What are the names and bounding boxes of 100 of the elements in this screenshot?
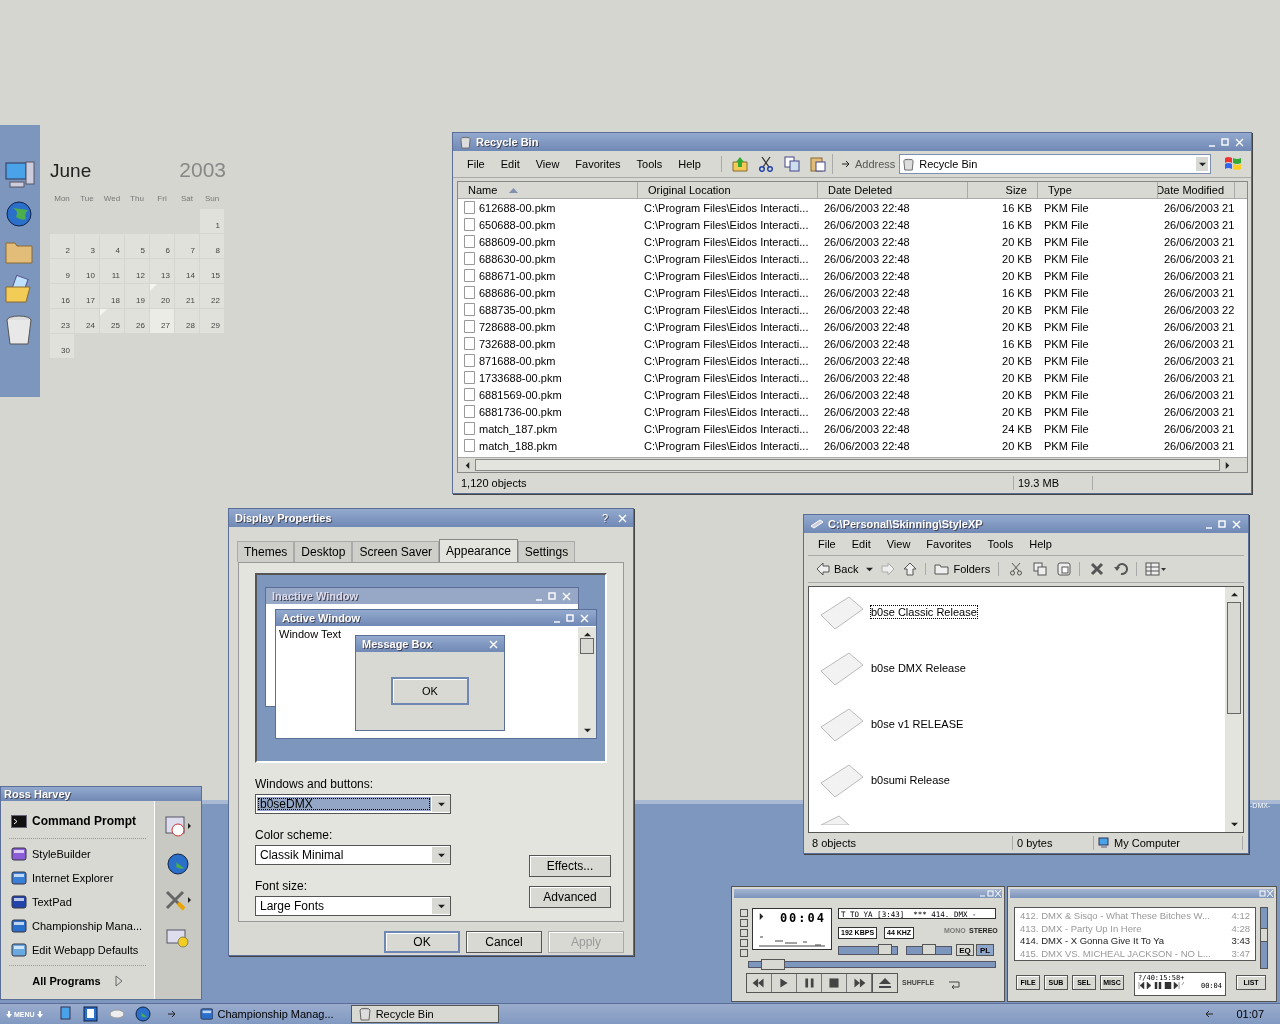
dialog-button[interactable]: Effects... (529, 855, 611, 877)
menu-item[interactable]: Edit (492, 155, 528, 173)
scroll-left-icon[interactable] (464, 461, 471, 469)
start-menu-item[interactable]: StyleBuilder (5, 842, 150, 866)
file-name[interactable]: 728688-00.pkm (479, 320, 556, 333)
file-name[interactable]: 732688-00.pkm (479, 337, 556, 350)
calendar-day[interactable]: 25 (100, 309, 124, 333)
skin-item[interactable]: b0sumi Release (871, 774, 950, 786)
calendar-day[interactable]: 26 (125, 309, 149, 333)
balance-slider[interactable] (906, 946, 952, 955)
calendar-day[interactable]: 5 (125, 234, 149, 258)
dropdown-arrow-icon[interactable] (437, 800, 445, 808)
notepad-icon[interactable] (82, 1006, 99, 1022)
calendar-day[interactable]: 11 (100, 259, 124, 283)
delete-icon[interactable] (1090, 562, 1105, 576)
calendar-day[interactable]: 21 (175, 284, 199, 308)
skin-item[interactable]: b0se Classic Release (871, 606, 977, 618)
menu-item[interactable]: Help (1021, 535, 1060, 553)
column-header[interactable]: Size (968, 182, 1038, 198)
scroll-right-icon[interactable] (1224, 461, 1231, 469)
dropdown[interactable]: Classik Minimal (255, 845, 451, 865)
calendar-day[interactable]: 9 (50, 259, 74, 283)
globe-icon[interactable] (134, 1006, 151, 1022)
back-button[interactable]: Back (816, 562, 859, 576)
calendar-day[interactable]: 15 (200, 259, 224, 283)
slider-thumb[interactable] (922, 944, 936, 955)
skin-item[interactable]: b0se DMX Release (871, 662, 966, 674)
computer-icon[interactable] (4, 160, 36, 190)
file-name[interactable]: 688609-00.pkm (479, 235, 556, 248)
start-menu-item[interactable]: TextPad (5, 890, 150, 914)
dropdown-arrow-icon[interactable] (437, 851, 445, 859)
calendar-day[interactable]: 18 (100, 284, 124, 308)
horizontal-scrollbar[interactable] (458, 457, 1247, 472)
dialog-button[interactable]: Advanced (529, 886, 611, 908)
scroll-down-icon[interactable] (583, 727, 591, 734)
menu-item[interactable]: Favorites (918, 535, 980, 553)
playlist-button[interactable]: PL (976, 944, 994, 956)
scroll-down-icon[interactable] (1230, 821, 1238, 828)
start-menu-item[interactable]: Internet Explorer (5, 866, 150, 890)
menu-item[interactable]: View (527, 155, 568, 173)
copy-icon[interactable] (783, 156, 800, 172)
dialog-button[interactable]: Cancel (466, 931, 542, 953)
taskbar-button[interactable]: Recycle Bin (350, 1005, 499, 1023)
dropdown[interactable]: Large Fonts (255, 896, 451, 916)
calendar-day[interactable]: 24 (75, 309, 99, 333)
tools-icon[interactable] (164, 889, 192, 913)
file-name[interactable]: 688671-00.pkm (479, 269, 556, 282)
globe-icon[interactable] (4, 199, 34, 229)
vertical-scrollbar[interactable] (1260, 907, 1268, 969)
calendar-day[interactable]: 19 (125, 284, 149, 308)
copy-icon[interactable] (1033, 562, 1048, 576)
file-name[interactable]: match_187.pkm (479, 422, 558, 435)
menu-item[interactable]: Help (670, 155, 709, 173)
calendar-day[interactable]: 4 (100, 234, 124, 258)
file-name[interactable]: 6881736-00.pkm (479, 405, 562, 418)
trash-can-icon[interactable] (4, 314, 34, 346)
file-name[interactable]: match_188.pkm (479, 439, 558, 452)
file-name[interactable]: 1733688-00.pkm (479, 371, 562, 384)
folders-button[interactable]: Folders (925, 563, 991, 575)
close-icon[interactable] (618, 513, 627, 523)
tab[interactable]: Screen Saver (352, 541, 440, 562)
taskbar-button[interactable]: Championship Manag... (192, 1005, 341, 1023)
tab[interactable]: Settings (517, 541, 576, 562)
calendar-day[interactable]: 23 (50, 309, 74, 333)
scissors-icon[interactable] (1009, 562, 1024, 576)
calendar-day[interactable]: 27 (150, 309, 174, 333)
tab[interactable]: Appearance (439, 539, 518, 563)
menu-item[interactable]: Favorites (567, 155, 629, 173)
dropdown[interactable]: b0seDMX (255, 794, 451, 814)
calendar-day[interactable]: 12 (125, 259, 149, 283)
repeat-icon[interactable] (948, 981, 960, 989)
eq-button[interactable]: EQ (956, 944, 974, 956)
menu-item[interactable]: File (459, 155, 493, 173)
calendar-day[interactable]: 6 (150, 234, 174, 258)
open-folder-icon[interactable] (4, 275, 34, 305)
column-header[interactable]: Original Location (638, 182, 818, 198)
calendar-day[interactable]: 8 (200, 234, 224, 258)
calendar-day[interactable]: 3 (75, 234, 99, 258)
file-name[interactable]: 688630-00.pkm (479, 252, 556, 265)
calendar-day[interactable]: 2 (50, 234, 74, 258)
calendar-day[interactable]: 29 (200, 309, 224, 333)
paste-icon[interactable] (1057, 562, 1072, 576)
file-name[interactable]: 612688-00.pkm (479, 201, 556, 214)
scroll-up-icon[interactable] (1230, 591, 1238, 598)
menu-item[interactable]: Edit (843, 535, 879, 553)
dropdown-arrow-icon[interactable] (437, 902, 445, 910)
arrow-icon[interactable] (166, 1010, 177, 1018)
globe-icon[interactable] (167, 853, 189, 875)
calendar-day[interactable]: 22 (200, 284, 224, 308)
eject-button[interactable] (872, 973, 898, 993)
column-header[interactable]: Type (1038, 182, 1158, 198)
column-header[interactable]: Date Deleted (818, 182, 968, 198)
calendar-day[interactable]: 10 (75, 259, 99, 283)
start-menu-item[interactable]: Championship Mana... (5, 914, 150, 938)
start-menu-item[interactable]: Command Prompt (5, 807, 150, 835)
volume-slider[interactable] (838, 946, 898, 955)
play-indicator-icon[interactable] (758, 913, 765, 920)
go-arrow-icon[interactable] (840, 159, 851, 169)
calendar-day[interactable]: 17 (75, 284, 99, 308)
menu-item[interactable]: Tools (979, 535, 1022, 553)
